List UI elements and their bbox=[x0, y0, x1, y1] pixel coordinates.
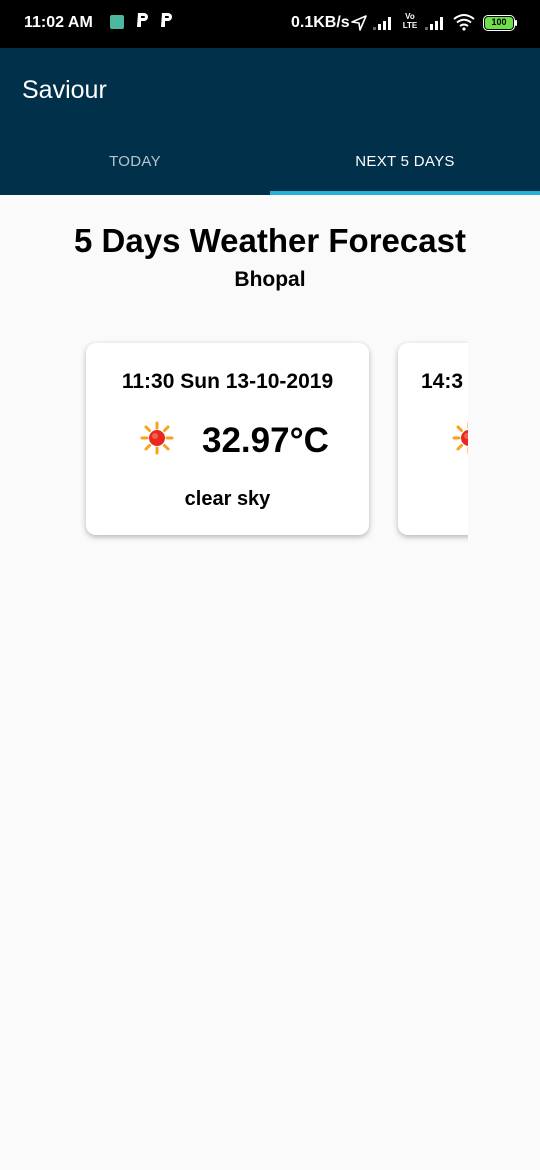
tab-next-5-days[interactable]: NEXT 5 DAYS bbox=[270, 153, 540, 170]
city-name: Bhopal bbox=[234, 268, 306, 291]
forecast-temperature: 32.97°C bbox=[202, 421, 329, 460]
paytm-notification-icon bbox=[161, 13, 172, 27]
forecast-carousel[interactable]: 11:30 Sun 13-10-2019 32.97°C clear sky 1… bbox=[72, 330, 468, 560]
signal-icon bbox=[425, 17, 443, 30]
battery-icon: 100 bbox=[483, 15, 515, 31]
paytm-notification-icon bbox=[137, 13, 148, 27]
forecast-card[interactable]: 14:3 bbox=[398, 343, 468, 535]
status-time: 11:02 AM bbox=[24, 14, 93, 31]
forecast-card[interactable]: 11:30 Sun 13-10-2019 32.97°C clear sky bbox=[86, 343, 369, 535]
sun-icon bbox=[452, 421, 468, 455]
wifi-icon bbox=[453, 14, 475, 31]
battery-tip bbox=[515, 20, 517, 26]
notification-app-icon bbox=[110, 15, 124, 29]
location-arrow-icon bbox=[351, 15, 367, 31]
signal-icon bbox=[373, 17, 391, 30]
app-title: Saviour bbox=[22, 76, 107, 104]
forecast-datetime: 11:30 Sun 13-10-2019 bbox=[121, 370, 334, 393]
page-title: 5 Days Weather Forecast bbox=[74, 222, 466, 259]
volte-label: Vo LTE bbox=[402, 12, 418, 30]
tab-indicator bbox=[270, 191, 540, 195]
app-bar: Saviour TODAY NEXT 5 DAYS bbox=[0, 48, 540, 195]
status-bar: 11:02 AM 0.1KB/s Vo LTE 100 bbox=[0, 0, 540, 48]
forecast-description: clear sky bbox=[184, 488, 271, 510]
network-speed: 0.1KB/s bbox=[291, 14, 350, 31]
forecast-datetime: 14:3 bbox=[421, 370, 464, 393]
sun-icon bbox=[140, 421, 174, 455]
battery-level: 100 bbox=[485, 17, 513, 29]
tab-today[interactable]: TODAY bbox=[0, 153, 270, 170]
